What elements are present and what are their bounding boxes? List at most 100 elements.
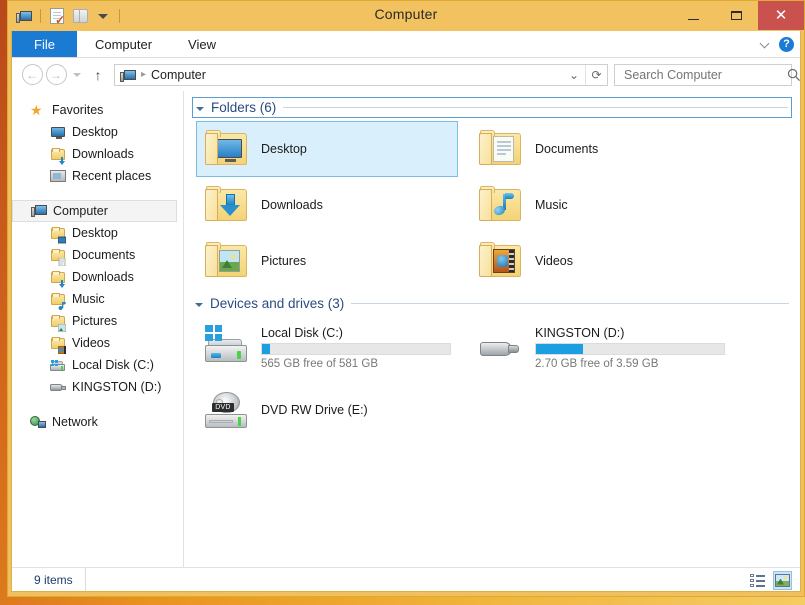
window-controls: ✕ bbox=[672, 1, 804, 30]
tile-music[interactable]: Music bbox=[470, 177, 732, 233]
sidebar-item-local-disk-c[interactable]: Local Disk (C:) bbox=[12, 354, 183, 376]
large-icons-view-button[interactable] bbox=[773, 571, 792, 590]
pictures-folder-icon bbox=[203, 237, 251, 285]
breadcrumb-item-computer[interactable]: Computer bbox=[151, 68, 206, 82]
maximize-button[interactable] bbox=[715, 1, 758, 30]
capacity-bar-fill bbox=[536, 344, 583, 354]
tab-computer[interactable]: Computer bbox=[77, 31, 170, 57]
sidebar-item-kingston-d[interactable]: KINGSTON (D:) bbox=[12, 376, 183, 398]
address-dropdown-icon[interactable]: ⌄ bbox=[563, 65, 585, 85]
sidebar-item-computer-downloads[interactable]: Downloads bbox=[12, 266, 183, 288]
sidebar-item-computer-music[interactable]: Music bbox=[12, 288, 183, 310]
tile-label: Music bbox=[535, 198, 568, 212]
computer-icon bbox=[120, 68, 136, 82]
capacity-bar-fill bbox=[262, 344, 270, 354]
sidebar-item-computer-documents[interactable]: Documents bbox=[12, 244, 183, 266]
tab-view[interactable]: View bbox=[170, 31, 234, 57]
details-view-button[interactable] bbox=[748, 571, 767, 590]
usb-drive-icon bbox=[477, 324, 525, 372]
drive-label: DVD RW Drive (E:) bbox=[261, 403, 451, 417]
music-folder-icon bbox=[50, 291, 66, 307]
sidebar-item-label: Desktop bbox=[72, 125, 118, 139]
sidebar-item-label: Network bbox=[52, 415, 98, 429]
tile-downloads[interactable]: Downloads bbox=[196, 177, 458, 233]
tile-dvd-rw-drive-e[interactable]: DVD DVD RW Drive (E:) bbox=[196, 379, 458, 441]
sidebar-item-label: Downloads bbox=[72, 270, 134, 284]
sidebar-spacer bbox=[12, 398, 183, 411]
search-input[interactable] bbox=[622, 67, 787, 83]
tile-desktop[interactable]: Desktop bbox=[196, 121, 458, 177]
forward-button[interactable]: → bbox=[44, 63, 68, 87]
drive-label: KINGSTON (D:) bbox=[535, 326, 725, 340]
videos-folder-icon bbox=[477, 237, 525, 285]
sidebar-item-favorites-downloads[interactable]: Downloads bbox=[12, 143, 183, 165]
documents-folder-icon bbox=[477, 125, 525, 173]
drives-tile-grid: Local Disk (C:) 565 GB free of 581 GB bbox=[192, 317, 792, 441]
sidebar-item-recent-places[interactable]: Recent places bbox=[12, 165, 183, 187]
view-toggle-group bbox=[748, 568, 792, 592]
group-title: Folders (6) bbox=[211, 100, 276, 115]
search-box[interactable] bbox=[614, 64, 792, 86]
group-header-devices-and-drives[interactable]: Devices and drives (3) bbox=[192, 293, 792, 314]
music-note-badge bbox=[58, 299, 66, 307]
tile-label: Downloads bbox=[261, 198, 323, 212]
windows-hard-drive-icon bbox=[203, 324, 251, 372]
tile-local-disk-c[interactable]: Local Disk (C:) 565 GB free of 581 GB bbox=[196, 317, 458, 379]
sidebar-item-favorites[interactable]: ★ Favorites bbox=[12, 99, 183, 121]
drive-label: Local Disk (C:) bbox=[261, 326, 451, 340]
tile-kingston-d[interactable]: KINGSTON (D:) 2.70 GB free of 3.59 GB bbox=[470, 317, 732, 379]
sidebar-item-label: Favorites bbox=[52, 103, 103, 117]
status-bar: 9 items bbox=[12, 567, 800, 591]
close-button[interactable]: ✕ bbox=[758, 1, 804, 30]
tile-pictures[interactable]: Pictures bbox=[196, 233, 458, 289]
windows-logo-icon bbox=[205, 325, 222, 341]
collapse-triangle-icon[interactable] bbox=[196, 107, 204, 111]
sidebar-spacer bbox=[12, 187, 183, 200]
chevron-down-icon bbox=[73, 73, 81, 77]
sidebar-item-computer-pictures[interactable]: Pictures bbox=[12, 310, 183, 332]
tile-documents[interactable]: Documents bbox=[470, 121, 732, 177]
up-button[interactable]: ↑ bbox=[86, 63, 110, 87]
sidebar-item-label: Videos bbox=[72, 336, 110, 350]
capacity-text: 2.70 GB free of 3.59 GB bbox=[535, 358, 725, 370]
desktop-folder-icon bbox=[50, 225, 66, 241]
chevron-down-icon[interactable] bbox=[761, 40, 770, 49]
back-button[interactable]: ← bbox=[20, 63, 44, 87]
up-arrow-icon: ↑ bbox=[95, 67, 102, 83]
help-icon[interactable]: ? bbox=[779, 37, 794, 52]
group-header-folders[interactable]: Folders (6) bbox=[192, 97, 792, 118]
sidebar-item-label: Pictures bbox=[72, 314, 117, 328]
sidebar-item-computer[interactable]: Computer bbox=[12, 200, 177, 222]
desktop-folder-icon bbox=[203, 125, 251, 173]
forward-icon: → bbox=[46, 64, 67, 85]
navigation-pane[interactable]: ★ Favorites Desktop Downloads bbox=[12, 91, 184, 567]
file-list-pane[interactable]: Folders (6) Desktop bbox=[184, 91, 800, 567]
sidebar-item-computer-desktop[interactable]: Desktop bbox=[12, 222, 183, 244]
refresh-icon[interactable]: ⟳ bbox=[585, 65, 607, 85]
folders-tile-grid: Desktop Documents bbox=[192, 121, 792, 289]
monitor-badge bbox=[58, 233, 66, 241]
close-icon: ✕ bbox=[775, 8, 788, 23]
capacity-bar bbox=[535, 343, 725, 355]
downloads-folder-icon bbox=[203, 181, 251, 229]
recent-locations-button[interactable] bbox=[68, 63, 86, 87]
film-badge bbox=[58, 343, 66, 351]
large-icons-view-icon bbox=[775, 574, 790, 587]
sidebar-item-label: Computer bbox=[53, 204, 108, 218]
sidebar-item-computer-videos[interactable]: Videos bbox=[12, 332, 183, 354]
recent-places-icon bbox=[50, 168, 66, 184]
minimize-button[interactable] bbox=[672, 1, 715, 30]
star-icon: ★ bbox=[30, 102, 46, 118]
downloads-folder-icon bbox=[50, 269, 66, 285]
tile-videos[interactable]: Videos bbox=[470, 233, 732, 289]
sidebar-item-favorites-desktop[interactable]: Desktop bbox=[12, 121, 183, 143]
status-left-group: 9 items bbox=[12, 568, 86, 592]
capacity-bar bbox=[261, 343, 451, 355]
sidebar-item-network[interactable]: Network bbox=[12, 411, 183, 433]
group-divider bbox=[283, 107, 788, 108]
address-bar[interactable]: ▸ Computer ⌄ ⟳ bbox=[114, 64, 608, 86]
window-client-area: File Computer View ? ← → ↑ bbox=[11, 31, 801, 592]
tab-file[interactable]: File bbox=[12, 31, 77, 57]
search-icon[interactable] bbox=[787, 68, 801, 82]
collapse-triangle-icon[interactable] bbox=[195, 303, 203, 307]
